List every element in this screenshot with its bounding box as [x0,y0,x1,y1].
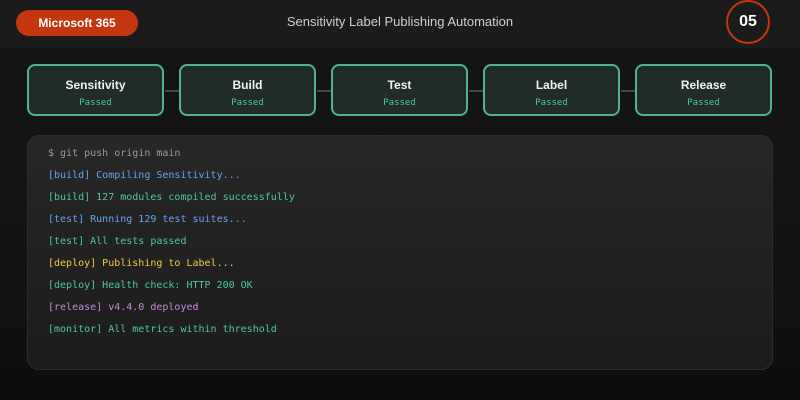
terminal-line: [release] v4.4.0 deployed [48,302,199,313]
stage-status: Passed [687,98,720,108]
stage-connector [621,90,635,92]
stage-name: Release [680,78,727,92]
stage-card-build[interactable]: Build Passed [179,64,316,116]
stage-name: Label [535,78,568,92]
brand-label: Microsoft 365 [38,16,116,30]
stage-name: Test [387,78,412,92]
stage-card-sensitivity[interactable]: Sensitivity Passed [27,64,164,116]
stage-connector [165,90,179,92]
terminal-output: $ git push origin main [build] Compiling… [48,145,748,343]
terminal-line: [deploy] Publishing to Label... [48,258,235,269]
stage-connector [317,90,331,92]
stage-name: Build [232,78,263,92]
terminal-line: [deploy] Health check: HTTP 200 OK [48,280,253,291]
stage-connector [469,90,483,92]
stage-card-release[interactable]: Release Passed [635,64,772,116]
terminal-line: [build] Compiling Sensitivity... [48,170,241,181]
stage-card-test[interactable]: Test Passed [331,64,468,116]
stage-status: Passed [231,98,264,108]
page-title: Sensitivity Label Publishing Automation [286,14,514,29]
terminal-line: [test] Running 129 test suites... [48,214,247,225]
stage-status: Passed [535,98,568,108]
header-bar: Microsoft 365 Sensitivity Label Publishi… [0,0,800,48]
terminal-panel: $ git push origin main [build] Compiling… [27,135,773,370]
pipeline-stages: Sensitivity Passed Build Passed Test Pas… [27,64,774,118]
stage-card-label[interactable]: Label Passed [483,64,620,116]
stage-status: Passed [79,98,112,108]
step-number-badge: 05 [726,0,770,44]
terminal-line: [test] All tests passed [48,236,187,247]
stage-status: Passed [383,98,416,108]
step-number: 05 [739,13,757,30]
terminal-line: [build] 127 modules compiled successfull… [48,192,295,203]
stage-name: Sensitivity [65,78,126,92]
terminal-line-command: $ git push origin main [48,148,181,159]
terminal-line: [monitor] All metrics within threshold [48,324,277,335]
brand-badge: Microsoft 365 [16,10,138,36]
